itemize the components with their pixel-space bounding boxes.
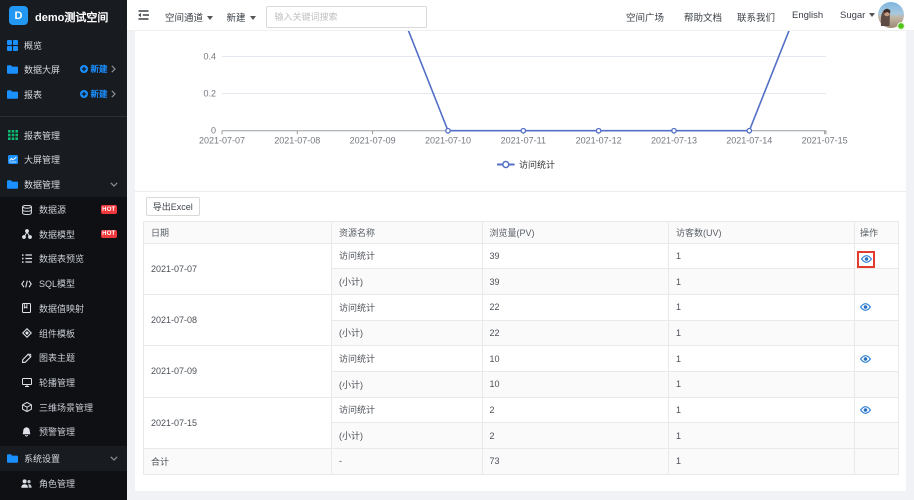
svg-text:2021-07-10: 2021-07-10 [425, 136, 471, 146]
svg-text:2021-07-12: 2021-07-12 [576, 136, 622, 146]
svg-text:2021-07-09: 2021-07-09 [350, 136, 396, 146]
svg-text:2021-07-14: 2021-07-14 [726, 136, 772, 146]
svg-text:2021-07-11: 2021-07-11 [501, 136, 546, 146]
svg-text:0: 0 [211, 126, 216, 136]
svg-text:2021-07-15: 2021-07-15 [802, 136, 848, 146]
svg-text:访问统计: 访问统计 [519, 159, 555, 170]
svg-text:2021-07-08: 2021-07-08 [274, 136, 320, 146]
svg-text:2021-07-13: 2021-07-13 [651, 136, 697, 146]
svg-text:2021-07-07: 2021-07-07 [199, 136, 245, 146]
svg-text:0.2: 0.2 [203, 89, 216, 99]
svg-text:0.4: 0.4 [203, 52, 216, 62]
